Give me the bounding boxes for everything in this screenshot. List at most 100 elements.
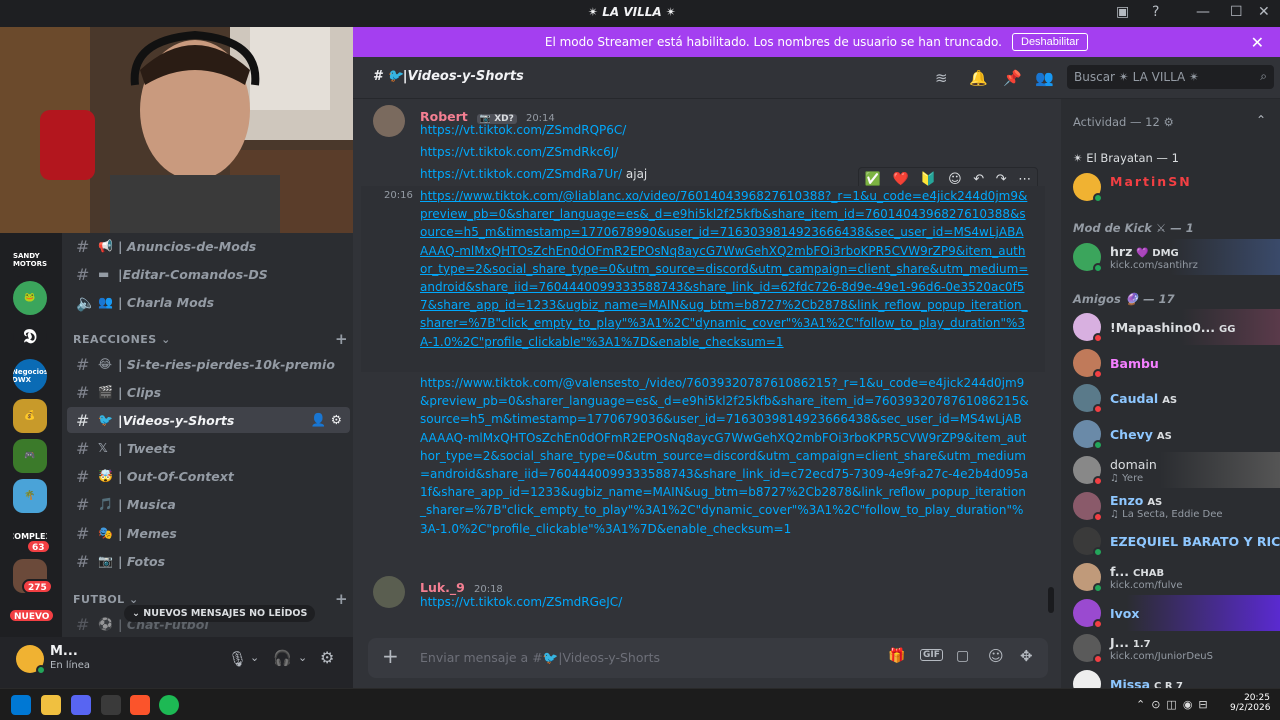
- server-sandy-motors[interactable]: SANDY MOTORS: [13, 243, 47, 277]
- headphones-icon[interactable]: 🎧: [273, 649, 292, 667]
- emoji-icon[interactable]: ☺: [988, 647, 1004, 665]
- forward-icon[interactable]: ↷: [996, 172, 1007, 187]
- add-channel-icon[interactable]: +: [335, 590, 348, 608]
- reply-icon[interactable]: ↶: [973, 172, 984, 187]
- channel-editar[interactable]: # ▬ |Editar-Comandos-DS: [67, 261, 350, 287]
- message-link[interactable]: https://vt.tiktok.com/ZSmdRQP6C/: [420, 123, 626, 137]
- chevron-down-icon[interactable]: ⌄: [250, 651, 259, 664]
- add-reaction-icon[interactable]: ☺: [948, 172, 962, 187]
- server-gold[interactable]: 💰: [13, 399, 47, 433]
- server-detroit[interactable]: 𝕯: [13, 319, 47, 353]
- member-row[interactable]: Chevy AS: [1061, 416, 1280, 452]
- pin-icon[interactable]: 📌: [1003, 69, 1022, 87]
- obs-icon[interactable]: [101, 695, 121, 715]
- message-link[interactable]: https://www.tiktok.com/@liablanc.xo/vide…: [420, 187, 1030, 351]
- activity-label: Actividad — 12: [1073, 115, 1160, 129]
- gear-icon[interactable]: ⚙: [320, 648, 334, 667]
- apps-icon[interactable]: ✥: [1020, 647, 1033, 665]
- member-row[interactable]: Caudal AS: [1061, 380, 1280, 416]
- category-futbol[interactable]: FUTBOL ⌄ +: [73, 590, 348, 608]
- scrollbar-thumb[interactable]: [1048, 587, 1054, 613]
- disable-streamer-button[interactable]: Deshabilitar: [1012, 33, 1089, 51]
- members-icon[interactable]: 👥: [1035, 69, 1054, 87]
- channel-tweets[interactable]: # 𝕏 | Tweets: [67, 435, 350, 461]
- channel-anuncios[interactable]: # 📢 | Anuncios-de-Mods: [67, 233, 350, 259]
- server-frog[interactable]: 🐸: [13, 281, 47, 315]
- spotify-icon[interactable]: [159, 695, 179, 715]
- member-row[interactable]: Ivox: [1061, 594, 1280, 631]
- member-name: J...: [1110, 635, 1129, 651]
- microphone-icon[interactable]: 🎙: [228, 650, 247, 668]
- avatar[interactable]: [373, 105, 405, 137]
- channel-settings-icon[interactable]: 👤 ⚙: [311, 412, 342, 428]
- add-attachment-icon[interactable]: +: [382, 644, 399, 668]
- check-reaction-icon[interactable]: ✅: [865, 172, 881, 187]
- close-banner-icon[interactable]: ✕: [1251, 33, 1264, 52]
- bell-icon[interactable]: 🔔: [969, 69, 988, 87]
- clock[interactable]: 20:25 9/2/2026: [1230, 693, 1270, 713]
- new-pill[interactable]: NUEVO: [8, 608, 56, 623]
- channel-musica[interactable]: # 🎵 | Musica: [67, 491, 350, 517]
- member-row[interactable]: domain ♫ Yere: [1061, 451, 1280, 488]
- category-reacciones[interactable]: REACCIONES ⌄ +: [73, 330, 348, 348]
- threads-icon[interactable]: ≋: [935, 69, 948, 87]
- avatar[interactable]: [373, 576, 405, 608]
- unread-messages-pill[interactable]: ⌄ NUEVOS MENSAJES NO LEÍDOS: [124, 605, 316, 622]
- member-tag: AS: [1147, 496, 1163, 508]
- message-composer[interactable]: + Enviar mensaje a #🐦|Videos-y-Shorts 🎁 …: [368, 638, 1048, 678]
- more-icon[interactable]: ⋯: [1018, 172, 1031, 187]
- composer-placeholder[interactable]: Enviar mensaje a #🐦|Videos-y-Shorts: [420, 650, 660, 666]
- gif-icon[interactable]: GIF: [920, 649, 943, 661]
- badge-reaction-icon[interactable]: 🔰: [920, 172, 936, 187]
- discord-icon[interactable]: [71, 695, 91, 715]
- member-name: Caudal: [1110, 391, 1159, 407]
- channel-emoji: 📢: [98, 239, 113, 253]
- member-row[interactable]: MartinSN: [1061, 169, 1280, 205]
- status-dot: [1093, 404, 1103, 415]
- message-link[interactable]: https://vt.tiktok.com/ZSmdRa7Ur/: [420, 167, 622, 181]
- channel-si-te-ries[interactable]: # 😂 | Si-te-ries-pierdes-10k-premio: [67, 351, 350, 377]
- server-gta[interactable]: 🎮: [13, 439, 47, 473]
- heart-reaction-icon[interactable]: ❤️: [893, 172, 909, 187]
- member-row[interactable]: EZEQUIEL BARATO Y RICO: [1061, 523, 1280, 559]
- member-row[interactable]: Enzo AS ♫ La Secta, Eddie Dee: [1061, 488, 1280, 524]
- collapse-icon[interactable]: ⌃: [1256, 113, 1266, 127]
- server-negocios[interactable]: Negocios DWX: [13, 359, 47, 393]
- member-row[interactable]: hrz 💜 DMG kick.com/santihrz: [1061, 239, 1280, 275]
- help-icon[interactable]: ?: [1152, 4, 1159, 20]
- file-explorer-icon[interactable]: [41, 695, 61, 715]
- gift-icon[interactable]: 🎁: [888, 648, 905, 664]
- maximize-icon[interactable]: ☐: [1230, 4, 1243, 20]
- server-vice[interactable]: 🌴: [13, 479, 47, 513]
- member-row[interactable]: f... CHAB kick.com/fulve: [1061, 559, 1280, 595]
- username[interactable]: M...: [50, 644, 78, 659]
- user-status: En línea: [50, 660, 91, 671]
- brave-icon[interactable]: [130, 695, 150, 715]
- channel-videos-y-shorts[interactable]: # 🐦 |Videos-y-Shorts 👤 ⚙: [67, 407, 350, 433]
- close-window-icon[interactable]: ✕: [1258, 4, 1270, 20]
- minimize-icon[interactable]: —: [1196, 4, 1210, 20]
- member-row[interactable]: !Mapashino0... GG: [1061, 309, 1280, 345]
- channel-name: | Clips: [118, 384, 162, 400]
- message-author[interactable]: Luk._9: [420, 580, 465, 595]
- search-icon[interactable]: ⌕: [1260, 69, 1267, 84]
- channel-fotos[interactable]: # 📷 | Fotos: [67, 548, 350, 574]
- member-row[interactable]: Bambu: [1061, 345, 1280, 381]
- chevron-down-icon[interactable]: ⌄: [298, 651, 307, 664]
- message-link[interactable]: https://vt.tiktok.com/ZSmdRGeJC/: [420, 595, 622, 609]
- channel-charla-mods[interactable]: 🔈 👥 | Charla Mods: [67, 289, 350, 315]
- message-link[interactable]: https://vt.tiktok.com/ZSmdRkc6J/: [420, 145, 618, 159]
- channel-clips[interactable]: # 🎬 | Clips: [67, 379, 350, 405]
- member-name: Bambu: [1110, 355, 1159, 371]
- add-channel-icon[interactable]: +: [335, 330, 348, 348]
- member-row[interactable]: J... 1.7 kick.com/JuniorDeuS: [1061, 630, 1280, 666]
- inbox-icon[interactable]: ▣: [1116, 4, 1129, 20]
- sticker-icon[interactable]: ▢: [956, 648, 969, 664]
- system-tray-icons[interactable]: ⌃⊙◫◉⊟: [1136, 698, 1214, 711]
- windows-start-icon[interactable]: [11, 695, 31, 715]
- message-author[interactable]: Robert: [420, 109, 468, 124]
- channel-out-of-context[interactable]: # 🤯 | Out-Of-Context: [67, 463, 350, 489]
- message-link[interactable]: https://www.tiktok.com/@valensesto_/vide…: [420, 374, 1030, 538]
- channel-memes[interactable]: # 🎭 | Memes: [67, 520, 350, 546]
- search-input[interactable]: Buscar ✴ LA VILLA ✴ ⌕: [1067, 65, 1274, 89]
